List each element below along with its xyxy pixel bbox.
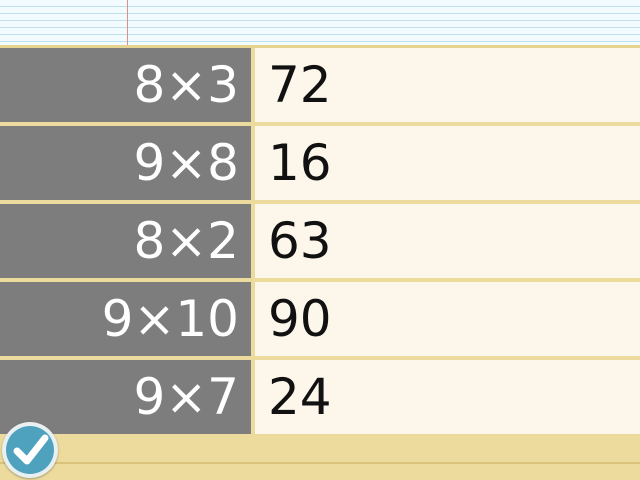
notepad-margin-line — [127, 0, 128, 46]
problem-cell: 8×2 — [0, 204, 251, 278]
quiz-row: 9×8 16 — [0, 126, 640, 200]
quiz-row: 9×7 24 — [0, 360, 640, 434]
footer-rule — [0, 462, 640, 464]
quiz-row: 8×3 72 — [0, 48, 640, 122]
problem-cell: 8×3 — [0, 48, 251, 122]
answer-cell[interactable]: 63 — [255, 204, 640, 278]
quiz-row: 9×10 90 — [0, 282, 640, 356]
checkmark-icon — [13, 434, 49, 465]
answer-cell[interactable]: 24 — [255, 360, 640, 434]
problem-cell: 9×8 — [0, 126, 251, 200]
problem-cell: 9×10 — [0, 282, 251, 356]
answer-cell[interactable]: 90 — [255, 282, 640, 356]
answer-cell[interactable]: 72 — [255, 48, 640, 122]
answer-cell[interactable]: 16 — [255, 126, 640, 200]
submit-check-button[interactable] — [2, 422, 58, 478]
notepad-header — [0, 0, 640, 46]
quiz-row: 8×2 63 — [0, 204, 640, 278]
